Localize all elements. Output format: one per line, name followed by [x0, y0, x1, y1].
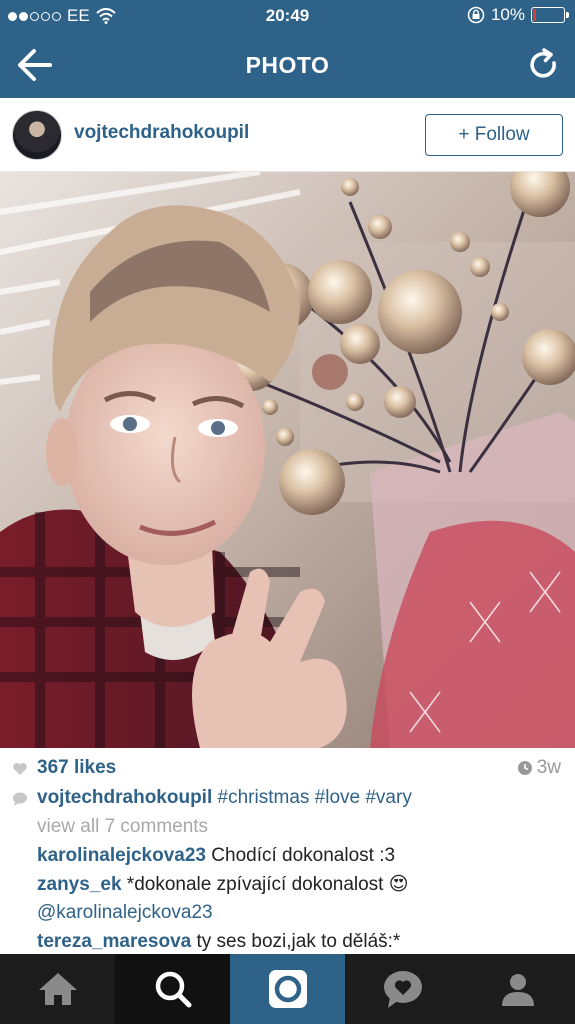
comment-mention[interactable]: @karolinalejckova23 [37, 901, 213, 925]
comment: karolinalejckova23 Chodící dokonalost :3 [37, 844, 395, 868]
caption-username[interactable]: vojtechdrahokoupil [37, 787, 212, 808]
battery-icon [531, 7, 569, 23]
comment-text: *dokonale zpívající dokonalost 😍 [126, 874, 409, 895]
battery-fill [533, 9, 536, 21]
battery-percent: 10% [490, 5, 525, 24]
activity-icon [383, 971, 422, 1008]
camera-icon [268, 970, 307, 1008]
comment-username[interactable]: tereza_maresova [37, 931, 191, 952]
follow-button-label: + Follow [458, 124, 530, 145]
comment-text: Chodící dokonalost :3 [211, 845, 396, 866]
caption: vojtechdrahokoupil #christmas #love #var… [37, 786, 412, 810]
comment: zanys_ek *dokonale zpívající dokonalost … [37, 873, 409, 897]
comment-icon [13, 792, 27, 806]
caption-hashtags[interactable]: #christmas #love #vary [218, 787, 412, 808]
post-username[interactable]: vojtechdrahokoupil [74, 122, 249, 144]
tab-search[interactable] [115, 954, 230, 1024]
status-bar: EE 20:49 10% [0, 0, 575, 32]
comment-username[interactable]: zanys_ek [37, 874, 122, 895]
comment: tereza_maresova ty ses bozi,jak to děláš… [37, 930, 400, 954]
clock-icon [517, 761, 532, 775]
tab-home[interactable] [0, 954, 115, 1024]
tab-camera[interactable] [230, 954, 345, 1024]
rotation-lock-icon [467, 6, 485, 24]
page-title: PHOTO [245, 52, 330, 78]
refresh-button[interactable] [527, 48, 561, 82]
view-all-comments-link[interactable]: view all 7 comments [37, 815, 208, 839]
avatar[interactable] [12, 110, 62, 160]
nav-bar: PHOTO [0, 32, 575, 98]
post-meta: 367 likes 3w vojtechdrahokoupil #christm… [0, 748, 575, 954]
tab-bar [0, 954, 575, 1024]
comment-text: ty ses bozi,jak to děláš:* [196, 931, 401, 952]
search-icon [155, 971, 191, 1008]
selfie-christmas-decoration-image [0, 172, 575, 748]
post-header: vojtechdrahokoupil + Follow [0, 98, 575, 172]
profile-icon [501, 974, 534, 1006]
home-icon [38, 973, 77, 1005]
comment-username[interactable]: karolinalejckova23 [37, 845, 206, 866]
likes-count[interactable]: 367 likes [37, 756, 116, 780]
post-age-label: 3w [536, 757, 561, 778]
follow-button[interactable]: + Follow [425, 114, 563, 156]
tab-profile[interactable] [460, 954, 575, 1024]
post-photo[interactable] [0, 172, 575, 748]
heart-icon [13, 763, 27, 775]
post-age: 3w [517, 756, 561, 780]
tab-activity[interactable] [345, 954, 460, 1024]
status-right: 10% [467, 5, 569, 25]
